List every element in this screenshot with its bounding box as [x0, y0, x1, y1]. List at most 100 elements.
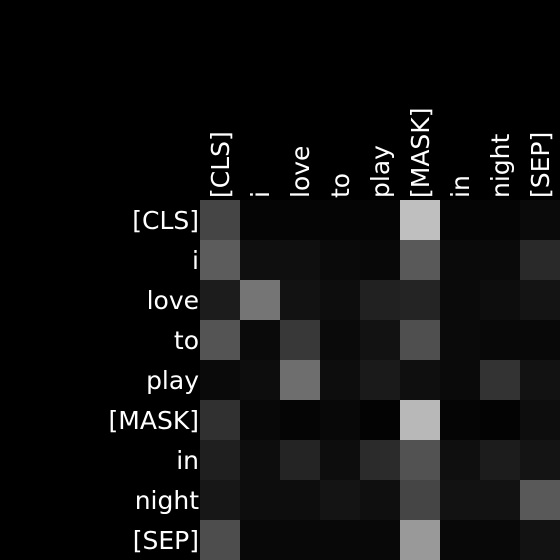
heatmap-cell-r7-c7 — [480, 480, 520, 520]
heatmap-cell-r6-c6 — [440, 440, 480, 480]
heatmap-cell-r1-c5 — [400, 240, 440, 280]
x-tick-label: to — [326, 173, 355, 198]
heatmap-cell-r7-c5 — [400, 480, 440, 520]
heatmap-cell-r7-c2 — [280, 480, 320, 520]
attention-heatmap: [CLS] i love to play [MASK] in night [SEP] [CLS]… — [0, 0, 560, 560]
heatmap-cell-r1-c3 — [320, 240, 360, 280]
heatmap-cell-r2-c6 — [440, 280, 480, 320]
x-tick-label: play — [366, 145, 395, 198]
x-tick-label: [MASK] — [406, 108, 435, 198]
heatmap-cell-r4-c2 — [280, 360, 320, 400]
y-tick-label: [CLS] — [132, 206, 199, 235]
y-tick-label: to — [174, 326, 199, 355]
heatmap-cell-r5-c8 — [520, 400, 560, 440]
heatmap-cell-r1-c7 — [480, 240, 520, 280]
heatmap-cell-r2-c7 — [480, 280, 520, 320]
heatmap-cell-r3-c7 — [480, 320, 520, 360]
heatmap-cell-r8-c8 — [520, 520, 560, 560]
heatmap-cell-r2-c4 — [360, 280, 400, 320]
heatmap-cell-r0-c5 — [400, 200, 440, 240]
heatmap-cell-r7-c0 — [200, 480, 240, 520]
heatmap-cell-r2-c3 — [320, 280, 360, 320]
heatmap-cell-r6-c7 — [480, 440, 520, 480]
heatmap-cell-r7-c6 — [440, 480, 480, 520]
heatmap-cell-r6-c4 — [360, 440, 400, 480]
heatmap-cell-r0-c6 — [440, 200, 480, 240]
heatmap-cell-r1-c1 — [240, 240, 280, 280]
y-tick-label: play — [146, 366, 199, 395]
heatmap-cell-r6-c2 — [280, 440, 320, 480]
y-tick-label: night — [135, 486, 200, 515]
heatmap-cell-r2-c8 — [520, 280, 560, 320]
heatmap-cell-r3-c0 — [200, 320, 240, 360]
heatmap-cell-r4-c6 — [440, 360, 480, 400]
heatmap-cell-r6-c3 — [320, 440, 360, 480]
y-tick-label: i — [192, 246, 199, 275]
heatmap-cell-r3-c4 — [360, 320, 400, 360]
heatmap-cell-r7-c8 — [520, 480, 560, 520]
heatmap-cell-r2-c5 — [400, 280, 440, 320]
heatmap-cell-r5-c5 — [400, 400, 440, 440]
x-tick-label: night — [486, 133, 515, 198]
heatmap-cell-r4-c5 — [400, 360, 440, 400]
heatmap-cell-r4-c3 — [320, 360, 360, 400]
heatmap-cell-r5-c7 — [480, 400, 520, 440]
heatmap-cell-r5-c4 — [360, 400, 400, 440]
y-tick-label: in — [176, 446, 199, 475]
heatmap-cell-r4-c4 — [360, 360, 400, 400]
heatmap-cell-r3-c5 — [400, 320, 440, 360]
heatmap-cell-r8-c5 — [400, 520, 440, 560]
heatmap-cell-r1-c4 — [360, 240, 400, 280]
heatmap-cell-r6-c0 — [200, 440, 240, 480]
heatmap-cell-r8-c1 — [240, 520, 280, 560]
heatmap-cell-r6-c8 — [520, 440, 560, 480]
heatmap-cell-r7-c3 — [320, 480, 360, 520]
heatmap-cells — [200, 200, 560, 560]
x-tick-label: i — [246, 191, 275, 198]
heatmap-cell-r8-c4 — [360, 520, 400, 560]
heatmap-cell-r0-c4 — [360, 200, 400, 240]
x-tick-label: in — [446, 175, 475, 198]
heatmap-cell-r2-c1 — [240, 280, 280, 320]
heatmap-cell-r0-c2 — [280, 200, 320, 240]
heatmap-cell-r7-c4 — [360, 480, 400, 520]
heatmap-cell-r3-c2 — [280, 320, 320, 360]
heatmap-cell-r3-c8 — [520, 320, 560, 360]
heatmap-cell-r5-c2 — [280, 400, 320, 440]
heatmap-cell-r0-c0 — [200, 200, 240, 240]
heatmap-cell-r4-c1 — [240, 360, 280, 400]
heatmap-cell-r6-c1 — [240, 440, 280, 480]
heatmap-cell-r4-c0 — [200, 360, 240, 400]
y-tick-label: [MASK] — [109, 406, 199, 435]
heatmap-cell-r8-c3 — [320, 520, 360, 560]
heatmap-cell-r5-c6 — [440, 400, 480, 440]
heatmap-cell-r7-c1 — [240, 480, 280, 520]
x-tick-label: love — [286, 146, 315, 198]
heatmap-cell-r3-c6 — [440, 320, 480, 360]
heatmap-cell-r1-c8 — [520, 240, 560, 280]
heatmap-cell-r1-c2 — [280, 240, 320, 280]
y-tick-label: love — [147, 286, 199, 315]
heatmap-cell-r8-c7 — [480, 520, 520, 560]
x-tick-label: [SEP] — [526, 132, 555, 198]
heatmap-cell-r5-c1 — [240, 400, 280, 440]
heatmap-cell-r2-c0 — [200, 280, 240, 320]
heatmap-cell-r2-c2 — [280, 280, 320, 320]
heatmap-cell-r0-c3 — [320, 200, 360, 240]
heatmap-cell-r4-c8 — [520, 360, 560, 400]
heatmap-cell-r1-c0 — [200, 240, 240, 280]
heatmap-cell-r5-c3 — [320, 400, 360, 440]
heatmap-cell-r0-c8 — [520, 200, 560, 240]
y-tick-label: [SEP] — [133, 526, 199, 555]
x-tick-label: [CLS] — [206, 131, 235, 198]
heatmap-cell-r1-c6 — [440, 240, 480, 280]
heatmap-cell-r8-c2 — [280, 520, 320, 560]
heatmap-cell-r3-c1 — [240, 320, 280, 360]
heatmap-cell-r4-c7 — [480, 360, 520, 400]
heatmap-cell-r8-c0 — [200, 520, 240, 560]
heatmap-cell-r5-c0 — [200, 400, 240, 440]
heatmap-cell-r3-c3 — [320, 320, 360, 360]
heatmap-cell-r0-c1 — [240, 200, 280, 240]
heatmap-cell-r0-c7 — [480, 200, 520, 240]
heatmap-cell-r6-c5 — [400, 440, 440, 480]
